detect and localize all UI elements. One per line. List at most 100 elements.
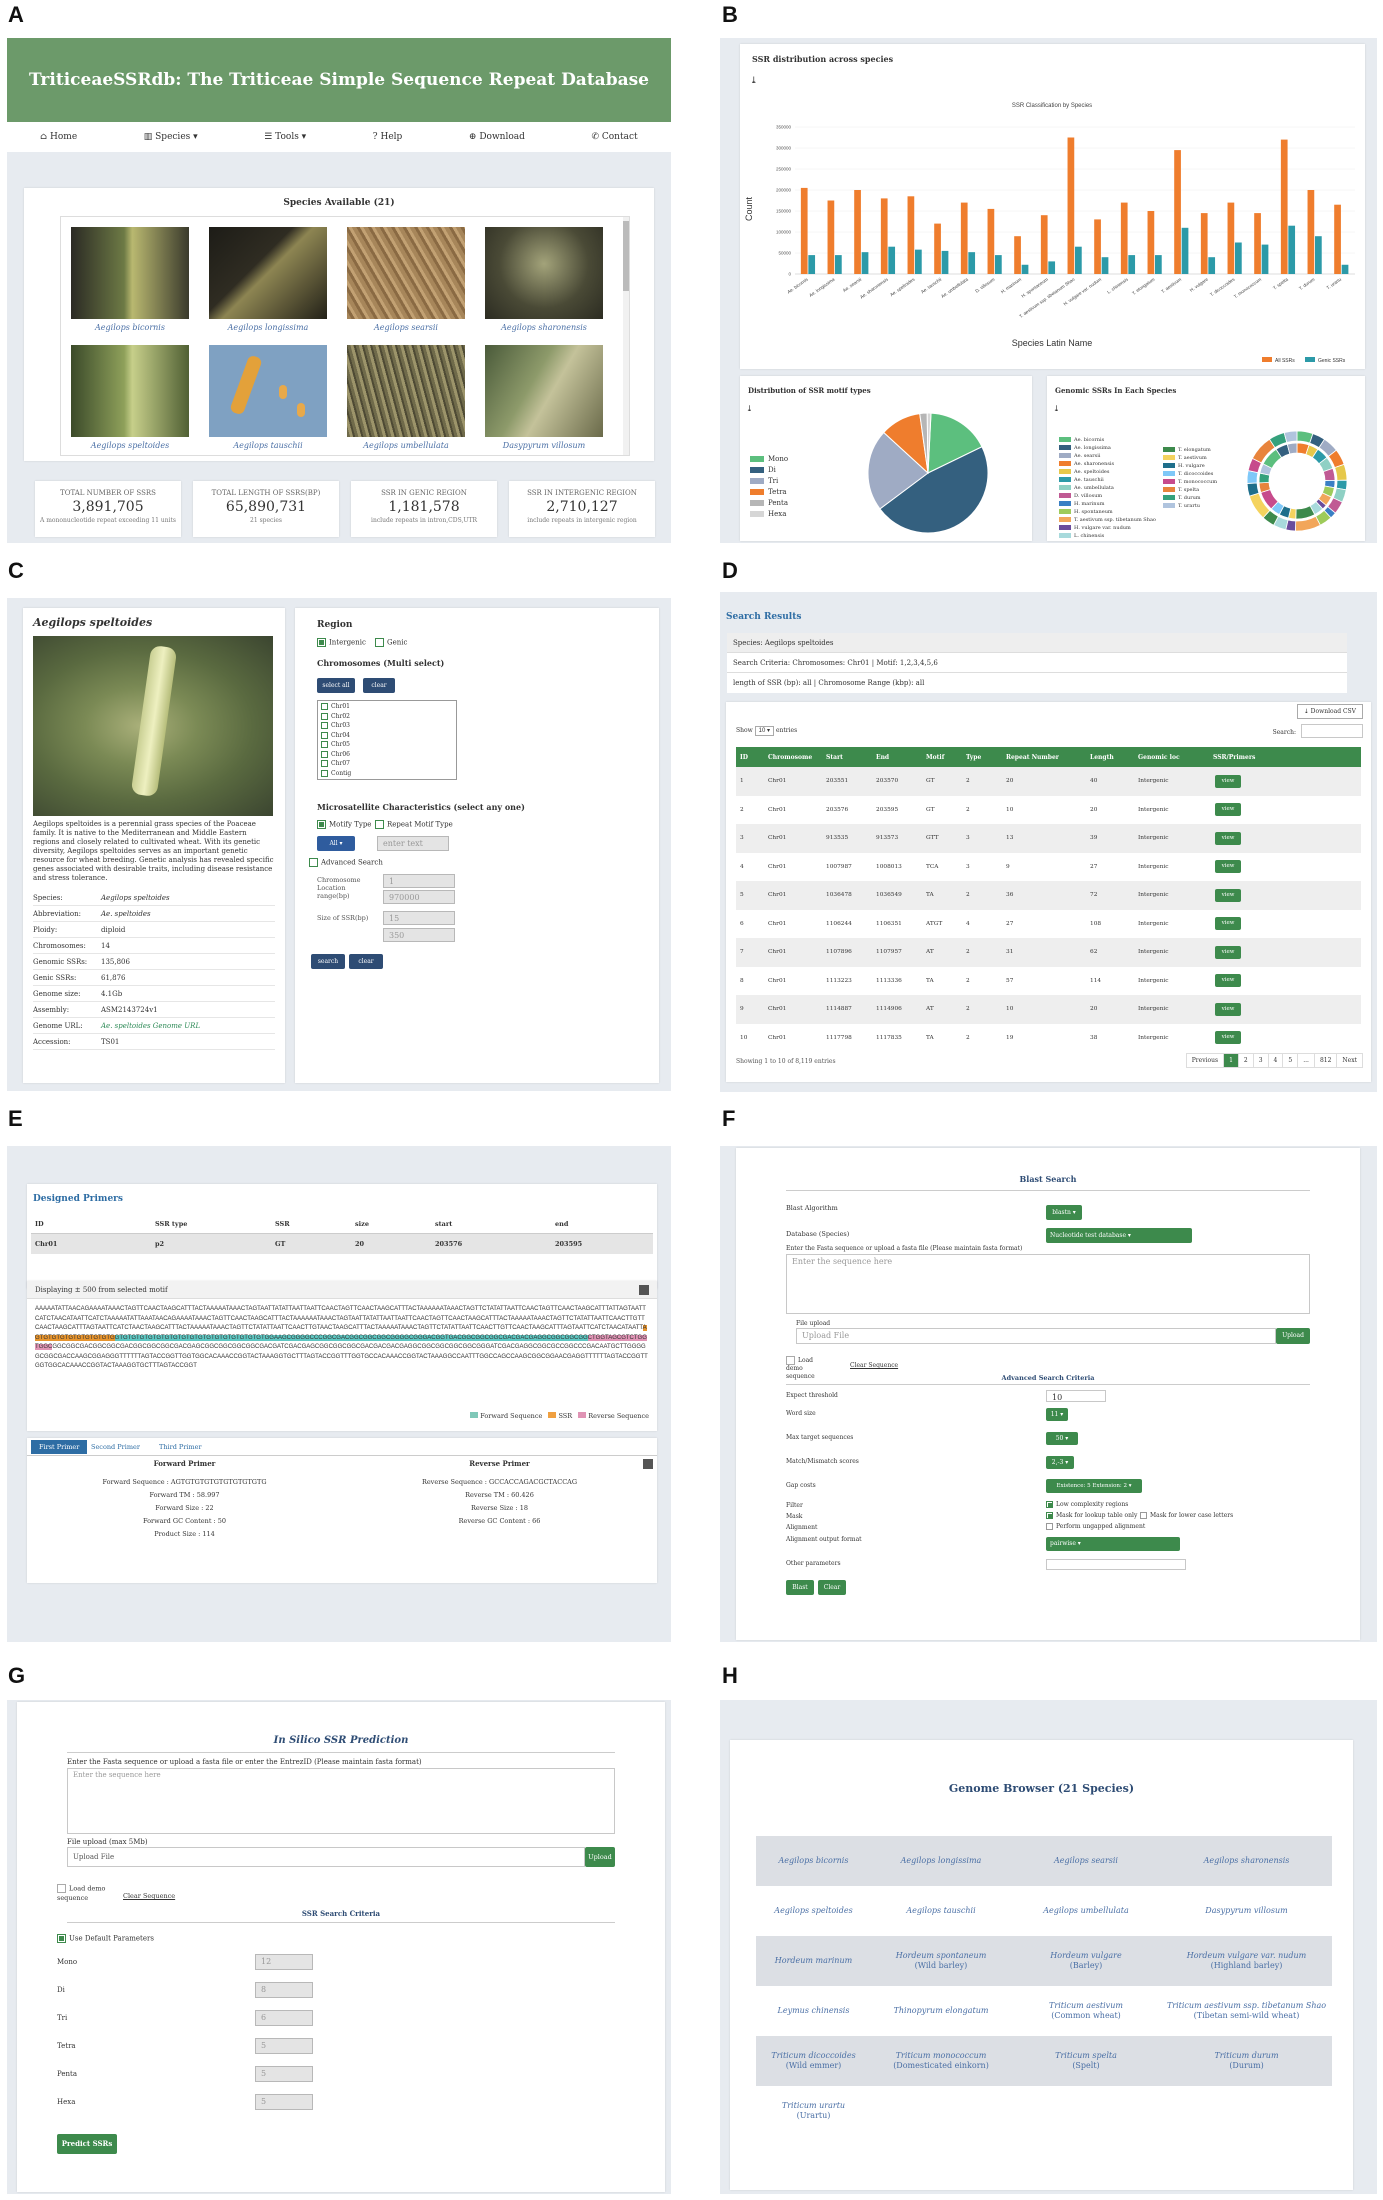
page-link[interactable]: 812 bbox=[1313, 1053, 1338, 1068]
search-button[interactable]: search bbox=[311, 954, 345, 969]
nav-species[interactable]: ▥ Species ▾ bbox=[144, 132, 198, 142]
genome-link[interactable]: Triticum durum (Durum) bbox=[1161, 2051, 1332, 2071]
column-header[interactable]: Genomic loc bbox=[1134, 754, 1209, 761]
nav-home[interactable]: ⌂ Home bbox=[40, 132, 77, 142]
checkbox-icon[interactable] bbox=[317, 820, 326, 829]
file-upload-input[interactable]: Upload File bbox=[67, 1847, 585, 1867]
column-header[interactable]: Length bbox=[1086, 754, 1134, 761]
checkbox-icon[interactable] bbox=[309, 858, 318, 867]
download-icon[interactable]: ⤓ bbox=[750, 76, 758, 86]
page-link[interactable]: Previous bbox=[1185, 1053, 1225, 1068]
table-row[interactable]: 7 Chr01 1107896 1107957 AT 2 31 62 Intergenic vie… bbox=[736, 938, 1361, 967]
genome-link[interactable]: Triticum spelta (Spelt) bbox=[1011, 2051, 1161, 2071]
genome-link[interactable]: Aegilops tauschii bbox=[871, 1906, 1011, 1916]
size-max-input[interactable]: 350 bbox=[383, 928, 455, 942]
table-row[interactable]: 2 Chr01 203576 203595 GT 2 10 20 Intergenic view bbox=[736, 795, 1361, 824]
repeat-threshold-input[interactable]: 12 bbox=[255, 1954, 313, 1970]
clear-button[interactable]: clear bbox=[349, 954, 383, 969]
table-row[interactable]: 10 Chr01 1117798 1117835 TA 2 19 38 Intergenic vi… bbox=[736, 1023, 1361, 1052]
load-demo-option[interactable]: Load demo sequence bbox=[57, 1884, 111, 1903]
copy-icon[interactable] bbox=[639, 1285, 649, 1295]
genome-link[interactable]: Hordeum marinum bbox=[756, 1956, 871, 1966]
download-icon[interactable]: ⤓ bbox=[1053, 404, 1060, 413]
chromosome-option[interactable]: Contig bbox=[321, 769, 453, 779]
size-min-input[interactable]: 15 bbox=[383, 911, 455, 925]
view-button[interactable]: view bbox=[1215, 803, 1241, 817]
column-header[interactable]: Type bbox=[962, 754, 1002, 761]
page-link[interactable]: Next bbox=[1336, 1053, 1363, 1068]
species-name[interactable]: Aegilops speltoides bbox=[71, 441, 189, 450]
view-button[interactable]: view bbox=[1215, 888, 1241, 902]
table-row[interactable]: 5 Chr01 1036478 1036549 TA 2 36 72 Intergenic vie… bbox=[736, 881, 1361, 910]
genome-link[interactable]: Dasypyrum villosum bbox=[1161, 1906, 1332, 1916]
genome-link[interactable]: Triticum dicoccoides (Wild emmer) bbox=[756, 2051, 871, 2071]
checkbox-icon[interactable] bbox=[321, 731, 328, 739]
species-photo[interactable] bbox=[71, 345, 189, 437]
match-mismatch-select[interactable]: 2,-3 ▾ bbox=[1046, 1456, 1074, 1469]
species-name[interactable]: Aegilops umbellulata bbox=[347, 441, 465, 450]
motif-type-option[interactable]: Motify Type bbox=[317, 820, 371, 829]
species-name[interactable]: Aegilops tauschii bbox=[209, 441, 327, 450]
view-button[interactable]: view bbox=[1215, 774, 1241, 788]
checkbox-icon[interactable] bbox=[57, 1934, 66, 1943]
info-value[interactable]: Ae. speltoides Genome URL bbox=[101, 1018, 200, 1033]
column-header[interactable]: Repeat Number bbox=[1002, 754, 1086, 761]
view-button[interactable]: view bbox=[1215, 860, 1241, 874]
low-complexity-option[interactable]: Low complexity regions bbox=[1046, 1501, 1128, 1508]
mask-lookup-option[interactable]: Mask for lookup table only bbox=[1046, 1512, 1137, 1519]
genome-link[interactable]: Hordeum vulgare (Barley) bbox=[1011, 1951, 1161, 1971]
checkbox-icon[interactable] bbox=[1046, 1512, 1053, 1519]
repeat-motif-input[interactable]: enter text bbox=[377, 836, 449, 851]
tab-second-primer[interactable]: Second Primer bbox=[91, 1443, 140, 1451]
location-min-input[interactable]: 1 bbox=[383, 874, 455, 888]
chromosome-option[interactable]: Chr05 bbox=[321, 740, 453, 750]
blast-button[interactable]: Blast bbox=[786, 1580, 814, 1595]
repeat-threshold-input[interactable]: 8 bbox=[255, 1982, 313, 1998]
genome-link[interactable]: Hordeum vulgare var. nudum (Highland barl… bbox=[1161, 1951, 1332, 1971]
column-header[interactable]: SSR/Primers bbox=[1209, 754, 1261, 761]
column-header[interactable]: End bbox=[872, 754, 922, 761]
alignment-format-select[interactable]: pairwise ▾ bbox=[1046, 1537, 1180, 1551]
algorithm-select[interactable]: blastn ▾ bbox=[1046, 1205, 1082, 1220]
checkbox-icon[interactable] bbox=[321, 712, 328, 720]
chromosome-option[interactable]: Chr02 bbox=[321, 712, 453, 722]
chromosome-list[interactable]: Chr01 Chr02 Chr03 Chr04 Chr05 Chr06 Chr07 Conti… bbox=[317, 700, 457, 780]
sequence-textarea[interactable]: Enter the sequence here bbox=[786, 1254, 1310, 1314]
chromosome-option[interactable]: Chr04 bbox=[321, 731, 453, 741]
default-params-option[interactable]: Use Default Parameters bbox=[57, 1934, 154, 1943]
tab-first-primer[interactable]: First Primer bbox=[31, 1440, 88, 1454]
select-all-button[interactable]: select all bbox=[317, 678, 355, 693]
genome-link[interactable]: Leymus chinensis bbox=[756, 2006, 871, 2016]
column-header[interactable]: Motif bbox=[922, 754, 962, 761]
genome-link[interactable]: Aegilops searsii bbox=[1011, 1856, 1161, 1866]
view-button[interactable]: view bbox=[1215, 1031, 1241, 1045]
species-name[interactable]: Aegilops longissima bbox=[209, 323, 327, 332]
genome-link[interactable]: Triticum urartu (Urartu) bbox=[756, 2101, 871, 2121]
expect-threshold-input[interactable]: 10 bbox=[1046, 1390, 1106, 1402]
page-link[interactable]: 5 bbox=[1282, 1053, 1299, 1068]
species-photo[interactable] bbox=[347, 227, 465, 319]
checkbox-icon[interactable] bbox=[786, 1356, 795, 1365]
species-photo[interactable] bbox=[485, 227, 603, 319]
page-link[interactable]: 1 bbox=[1223, 1053, 1239, 1068]
column-header[interactable]: Start bbox=[822, 754, 872, 761]
view-button[interactable]: view bbox=[1215, 1002, 1241, 1016]
entries-select[interactable]: 10 ▾ bbox=[754, 726, 775, 736]
download-icon[interactable]: ⤓ bbox=[746, 404, 753, 413]
species-photo[interactable] bbox=[347, 345, 465, 437]
checkbox-icon[interactable] bbox=[375, 638, 384, 647]
upload-button[interactable]: Upload bbox=[585, 1847, 615, 1867]
genome-link[interactable]: Triticum aestivum (Common wheat) bbox=[1011, 2001, 1161, 2021]
word-size-select[interactable]: 11 ▾ bbox=[1046, 1408, 1068, 1421]
chromosome-option[interactable]: Chr06 bbox=[321, 750, 453, 760]
page-link[interactable]: 4 bbox=[1267, 1053, 1284, 1068]
checkbox-icon[interactable] bbox=[321, 750, 328, 758]
file-upload-input[interactable]: Upload File bbox=[796, 1328, 1276, 1344]
genome-link[interactable]: Aegilops umbellulata bbox=[1011, 1906, 1161, 1916]
chromosome-option[interactable]: Chr01 bbox=[321, 702, 453, 712]
other-params-input[interactable] bbox=[1046, 1559, 1186, 1570]
gallery-scrollbar[interactable] bbox=[623, 217, 629, 455]
page-link[interactable]: ... bbox=[1297, 1053, 1315, 1068]
species-name[interactable]: Aegilops sharonensis bbox=[485, 323, 603, 332]
primer-table-row[interactable]: Chr01 p2 GT 20 203576 203595 bbox=[31, 1234, 653, 1254]
